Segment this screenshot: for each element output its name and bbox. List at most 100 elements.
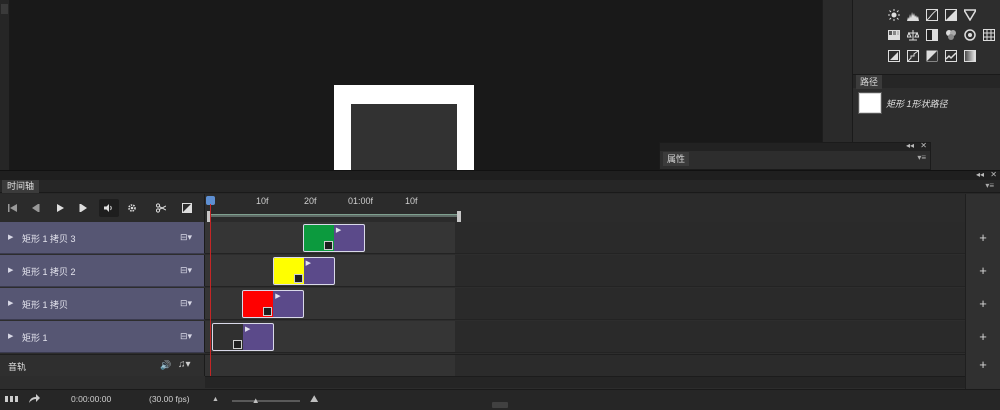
track-lane[interactable]: ▶ — [205, 222, 965, 254]
track-lane[interactable]: ▶ — [205, 255, 965, 287]
tab-paths[interactable]: 路径 — [856, 75, 883, 89]
music-note-icon[interactable]: ♫▾ — [178, 359, 191, 370]
video-clip[interactable]: ▶ — [242, 290, 305, 318]
timeline-panel-header: ◂◂ ✕ — [0, 170, 1000, 180]
video-clip[interactable]: ▶ — [212, 323, 274, 351]
track-name: 矩形 1 拷贝 — [22, 300, 69, 310]
gear-icon[interactable] — [125, 201, 139, 215]
speaker-icon[interactable]: 🔊 — [160, 360, 171, 371]
render-video-icon[interactable] — [28, 394, 40, 407]
collapse-panel-icon[interactable]: ◂◂ — [906, 141, 914, 150]
playhead-line[interactable] — [210, 204, 211, 376]
tools-grip[interactable] — [1, 4, 8, 14]
tab-timeline[interactable]: 时间轴 — [2, 180, 40, 193]
video-clip[interactable]: ▶ — [302, 224, 365, 252]
first-frame-icon[interactable] — [6, 201, 20, 215]
work-area-bar[interactable] — [207, 211, 461, 222]
threshold-icon[interactable] — [925, 49, 939, 63]
track-header[interactable]: ▶ 矩形 1 拷贝 2 ⊟▾ — [0, 255, 205, 287]
next-frame-icon[interactable] — [77, 201, 91, 215]
panel-dock-strip — [822, 0, 852, 142]
audio-track-lane[interactable] — [205, 354, 965, 377]
audio-track-header[interactable]: 音轨 🔊 ♫▾ — [0, 354, 205, 376]
frame-rate: (30.00 fps) — [149, 394, 190, 404]
add-media-button[interactable]: + — [976, 230, 990, 245]
transition-icon[interactable] — [180, 201, 194, 215]
time-ruler[interactable]: 10f 20f 01:00f 10f — [205, 194, 965, 222]
add-media-button[interactable]: + — [976, 296, 990, 311]
film-options-icon[interactable]: ⊟▾ — [180, 265, 192, 276]
photo-filter-icon[interactable] — [944, 28, 958, 42]
resize-grip[interactable] — [492, 402, 508, 408]
add-media-column: + + + + + — [965, 194, 1000, 389]
add-media-button[interactable]: + — [976, 263, 990, 278]
close-panel-icon[interactable]: ✕ — [990, 170, 997, 179]
clip-options-icon[interactable]: ▶ — [275, 292, 280, 300]
brightness-contrast-icon[interactable] — [887, 8, 901, 22]
ruler-tick-label: 10f — [256, 196, 269, 206]
add-media-button[interactable]: + — [976, 329, 990, 344]
hue-saturation-icon[interactable] — [887, 28, 901, 42]
path-item-name[interactable]: 矩形 1形状路径 — [886, 97, 948, 110]
work-area-end-handle[interactable] — [457, 211, 461, 222]
track-header[interactable]: ▶ 矩形 1 拷贝 3 ⊟▾ — [0, 222, 205, 254]
properties-panel-header: ◂◂ ✕ — [660, 141, 930, 151]
track-header[interactable]: ▶ 矩形 1 ⊟▾ — [0, 321, 205, 353]
properties-panel: ◂◂ ✕ 属性 ▾≡ — [659, 141, 931, 170]
timeline-panel: 10f 20f 01:00f 10f ▶ 矩形 1 拷贝 3 ⊟▾ ▶ 矩形 1… — [0, 194, 1000, 389]
path-thumbnail[interactable] — [858, 92, 882, 114]
expand-arrow-icon[interactable]: ▶ — [8, 233, 13, 241]
zoom-in-icon[interactable]: ⛰ — [310, 394, 318, 405]
zoom-slider-thumb[interactable]: ▲ — [252, 396, 260, 405]
film-options-icon[interactable]: ⊟▾ — [180, 331, 192, 342]
vibrance-icon[interactable] — [963, 8, 977, 22]
film-icon — [323, 241, 333, 250]
black-white-icon[interactable] — [925, 28, 939, 42]
color-lookup-icon[interactable] — [982, 28, 996, 42]
rectangle-shape-inner[interactable] — [351, 104, 457, 170]
invert-icon[interactable] — [887, 49, 901, 63]
selective-color-icon[interactable] — [944, 49, 958, 63]
speaker-icon[interactable] — [99, 199, 119, 217]
gradient-map-icon[interactable] — [963, 49, 977, 63]
levels-icon[interactable] — [906, 8, 920, 22]
properties-menu-icon[interactable]: ▾≡ — [917, 153, 926, 162]
timeline-scrollbar[interactable] — [205, 376, 965, 388]
posterize-icon[interactable] — [906, 49, 920, 63]
tab-properties[interactable]: 属性 — [663, 152, 690, 166]
collapse-panel-icon[interactable]: ◂◂ — [976, 170, 984, 179]
close-panel-icon[interactable]: ✕ — [920, 141, 927, 150]
previous-frame-icon[interactable] — [28, 201, 42, 215]
film-icon — [233, 340, 242, 349]
play-icon[interactable] — [53, 201, 67, 215]
ruler-tick-label: 20f — [304, 196, 317, 206]
curves-icon[interactable] — [925, 8, 939, 22]
adjustments-row-1 — [887, 8, 977, 22]
clip-options-icon[interactable]: ▶ — [306, 259, 311, 267]
clip-options-icon[interactable]: ▶ — [336, 226, 341, 234]
channel-mixer-icon[interactable] — [963, 28, 977, 42]
expand-arrow-icon[interactable]: ▶ — [8, 332, 13, 340]
track-lane[interactable]: ▶ — [205, 321, 965, 353]
exposure-icon[interactable] — [944, 8, 958, 22]
zoom-slider-track[interactable] — [232, 400, 300, 402]
film-options-icon[interactable]: ⊟▾ — [180, 298, 192, 309]
adjustments-row-2 — [887, 28, 996, 42]
track-header[interactable]: ▶ 矩形 1 拷贝 ⊟▾ — [0, 288, 205, 320]
track-lane[interactable]: ▶ — [205, 288, 965, 320]
timeline-tab-bar: 时间轴 ▾≡ — [0, 180, 1000, 193]
zoom-out-icon[interactable]: ▲ — [212, 396, 219, 403]
playback-controls — [0, 194, 205, 222]
color-balance-icon[interactable] — [906, 28, 920, 42]
expand-arrow-icon[interactable]: ▶ — [8, 266, 13, 274]
ruler-tick-label: 10f — [405, 196, 418, 206]
expand-arrow-icon[interactable]: ▶ — [8, 299, 13, 307]
convert-frames-icon[interactable] — [5, 395, 19, 406]
clip-options-icon[interactable]: ▶ — [245, 325, 250, 333]
add-audio-button[interactable]: + — [976, 357, 990, 372]
scissors-icon[interactable] — [154, 201, 168, 215]
paths-tab-bar: 路径 — [853, 74, 1000, 89]
timeline-menu-icon[interactable]: ▾≡ — [985, 181, 994, 190]
film-options-icon[interactable]: ⊟▾ — [180, 232, 192, 243]
video-clip[interactable]: ▶ — [272, 257, 335, 285]
